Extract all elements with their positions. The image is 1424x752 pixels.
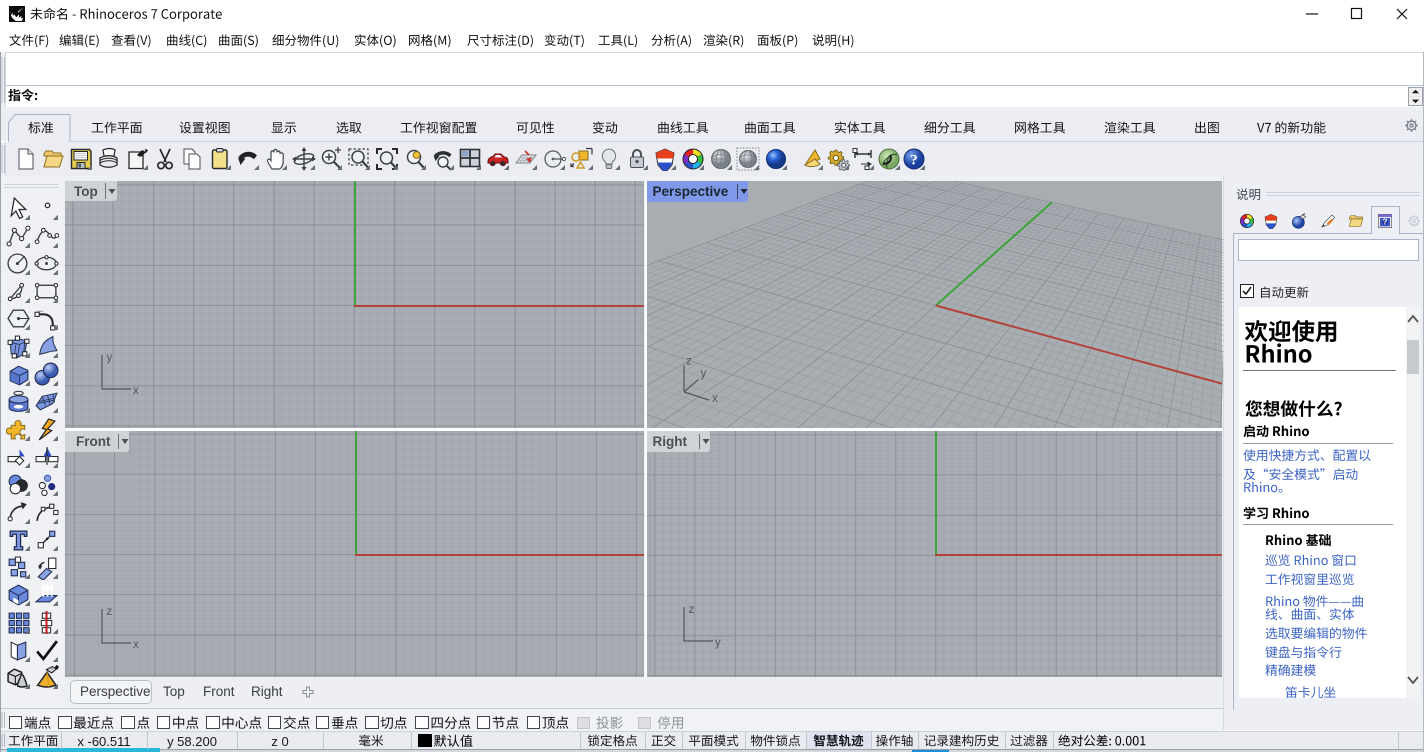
svg-text:x: x	[712, 393, 718, 404]
svg-text:y: y	[701, 368, 707, 380]
svg-text:?: ?	[1383, 218, 1388, 227]
svg-text:z: z	[107, 606, 113, 618]
svg-text:z: z	[689, 604, 695, 616]
svg-text:z: z	[686, 358, 692, 368]
svg-text:x: x	[133, 639, 139, 651]
svg-text:y: y	[715, 637, 721, 649]
svg-text:x: x	[133, 385, 139, 397]
svg-text:y: y	[107, 352, 113, 364]
svg-text:?: ?	[910, 153, 918, 169]
